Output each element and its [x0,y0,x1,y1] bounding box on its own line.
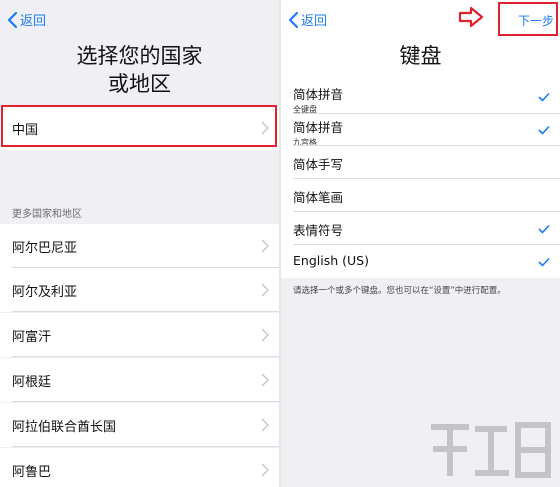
checkmark-icon [538,92,550,102]
keyboard-label: 简体手写 [293,157,344,172]
country-label: 阿尔及利亚 [12,284,78,300]
keyboard-label: 简体拼音 [293,87,344,102]
page-title: 键盘 [399,44,442,68]
keyboard-label: 表情符号 [293,223,344,238]
country-item[interactable]: 阿根廷 [0,358,279,402]
country-item[interactable]: 阿富汗 [0,313,279,357]
country-item[interactable]: 阿尔及利亚 [0,268,279,312]
highlight-box [1,105,277,147]
country-label: 阿拉伯联合酋长国 [12,419,117,435]
arrow-right-icon [458,6,484,28]
country-item[interactable]: 阿尔巴尼亚 [0,224,279,268]
country-label: 阿鲁巴 [12,464,52,480]
keyboard-item[interactable]: 简体手写 [281,146,560,179]
country-label: 阿根廷 [12,374,52,390]
country-item[interactable]: 阿鲁巴 [0,448,279,487]
footer-note: 请选择一个或多个键盘。您也可以在“设置”中进行配置。 [293,286,506,296]
chevron-right-icon [261,463,269,477]
back-button[interactable]: 返回 [6,10,46,29]
chevron-right-icon [261,418,269,432]
country-region-screen: 返回 选择您的国家 或地区 中国 更多国家和地区 阿尔巴尼亚 阿尔及利亚 阿富汗… [0,0,279,487]
back-label: 返回 [301,14,328,29]
keyboard-label: 简体拼音 [293,120,344,135]
watermark-logo [431,422,551,478]
country-label: 阿尔巴尼亚 [12,240,78,256]
chevron-right-icon [261,239,269,253]
keyboard-label: English (US) [293,253,369,268]
chevron-left-icon [6,11,20,29]
page-title: 选择您的国家 或地区 [76,44,203,96]
checkmark-icon [538,224,550,234]
chevron-right-icon [261,283,269,297]
country-item[interactable]: 阿拉伯联合酋长国 [0,403,279,447]
keyboard-item[interactable]: English (US) [281,245,560,278]
country-label: 阿富汗 [12,329,52,345]
keyboard-item[interactable]: 简体笔画 [281,179,560,212]
keyboard-screen: 返回 下一步 键盘 简体拼音 全键盘 简体拼音 九宫格 简体手写 简体笔画 表情… [281,0,560,487]
highlight-box [498,2,558,36]
keyboard-item[interactable]: 表情符号 [281,212,560,245]
back-label: 返回 [20,14,47,29]
chevron-left-icon [287,11,301,29]
chevron-right-icon [261,373,269,387]
checkmark-icon [538,125,550,135]
checkmark-icon [538,257,550,267]
keyboard-item[interactable]: 简体拼音 九宫格 [281,114,560,147]
keyboard-item[interactable]: 简体拼音 全键盘 [281,80,560,114]
back-button[interactable]: 返回 [287,10,327,29]
section-header: 更多国家和地区 [12,209,82,220]
keyboard-label: 简体笔画 [293,190,344,205]
chevron-right-icon [261,328,269,342]
